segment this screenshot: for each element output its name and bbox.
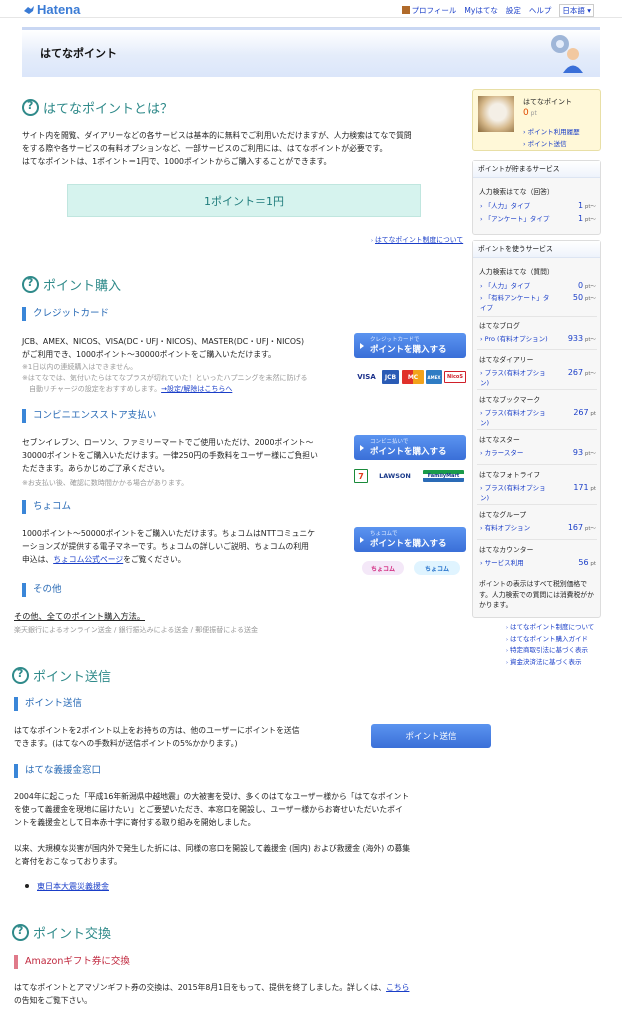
page: Hatena プロフィール Myはてな 設定 ヘルプ 日本語 ▾ はてなポイント… [0,0,622,1024]
credit-notes: ※1日以内の連続購入はできません。 ※はてなでは、気付いたらはてなプラスが切れてい… [22,363,308,393]
seven-eleven-logo: 7 [354,469,368,483]
chocom-official-link[interactable]: ちょコム公式ページ [53,555,123,564]
donation-text: 2004年に起こった「平成16年新潟県中越地震」の大被害を受け、多くのはてなユー… [14,792,410,827]
rate-box: 1ポイント＝1円 [67,184,421,217]
chocom-logo-2: ちょコム [414,561,460,575]
amazon-gift-title: Amazonギフト券に交換 [14,955,130,969]
send-sub-title: ポイント送信 [14,697,82,711]
use-group: はてなブックマーク [479,396,541,404]
earn-panel-title: ポイントが貯まるサービス [473,161,600,178]
question-icon [12,924,29,941]
point-send-link[interactable]: › ポイント送信 [523,138,567,148]
point-history-link[interactable]: › ポイント利用履歴 [523,126,580,136]
about-link[interactable]: › はてなポイント制度について [371,234,463,244]
use-group: はてなグループ [479,511,527,519]
other-methods-note: 楽天銀行によるオンライン送金 / 銀行振込みによる送金 / 郵便振替による送金 [14,626,258,634]
exchange-notice-link[interactable]: こちら [386,983,409,992]
nav-myhatena[interactable]: Myはてな [464,5,497,16]
donation-title: はてな義援金窓口 [14,764,101,778]
use-panel-title: ポイントを使うサービス [473,241,600,258]
purchase-title: ポイント購入 [22,275,121,294]
jcb-logo: JCB [382,370,399,384]
avatar[interactable] [478,96,514,132]
visa-logo: VISA [354,371,379,383]
sidebar-link-guide[interactable]: › はてなポイント購入ガイド [506,634,594,646]
sidebar-link-payment[interactable]: › 資金決済法に基づく表示 [506,657,594,669]
top-bar: Hatena プロフィール Myはてな 設定 ヘルプ 日本語 ▾ [0,0,622,18]
auto-recharge-link[interactable]: →設定/解除はこちらへ [161,385,232,393]
use-group: はてなブログ [479,322,520,330]
conveni-buy-button[interactable]: コンビニ払いで ポイントを購入する [354,435,466,460]
credit-text: JCB、AMEX、NICOS、VISA(DC・UFJ・NICOS)、MASTER… [22,337,305,359]
send-points-button[interactable]: ポイント送信 [371,724,491,748]
donation-text-2: 以来、大規模な災害が国内外で発生した折には、同様の窓口を開設して義援金 (国内)… [14,844,411,866]
chocom-logo-1: ちょコム [362,561,404,575]
send-title: ポイント送信 [12,666,111,685]
other-methods-link[interactable]: その他、全てのポイント購入方法。 [14,610,145,623]
user-name: はてなポイント [523,98,572,106]
question-icon [22,99,39,116]
nicos-logo: NicoS [444,371,466,383]
earn-panel: ポイントが貯まるサービス 人力検索はてな（回答） › 「人力」タイプ 1 pt〜 … [472,160,601,235]
logo-text: Hatena [37,2,81,17]
credit-buy-button[interactable]: クレジットカードで ポイントを購入する [354,333,466,358]
about-title: はてなポイントとは？ [22,98,173,117]
use-footnote: ポイントの表示はすべて税別価格です。人力検索での質問には消費税がかかります。 [479,580,594,609]
familymart-logo: FamilyMart [423,470,464,482]
question-icon [22,276,39,293]
conveni-note: ※お支払い後、確認に数時間かかる場合があります。 [22,479,189,487]
earn-row[interactable]: › 「アンケート」タイプ 1 pt〜 [480,214,596,234]
sidebar-links: › はてなポイント制度について › はてなポイント購入ガイド › 特定商取引法に基づく… [506,622,594,668]
chocom-text: 1000ポイント〜50000ポイントをご購入いただけます。ちょコムはNTTコミュ… [22,529,315,564]
use-group: はてなカウンター [479,546,534,554]
sidebar-link-commerce[interactable]: › 特定商取引法に基づく表示 [506,645,594,657]
hatena-logo[interactable]: Hatena [23,2,80,17]
use-group: はてなダイアリー [479,356,534,364]
other-title: その他 [22,583,62,597]
gear-user-icon [551,35,583,73]
conveni-title: コンビニエンスストア支払い [22,409,156,423]
earn-group: 人力検索はてな（回答） [479,188,554,196]
question-icon [12,667,29,684]
lawson-logo: LAWSON [372,471,418,481]
nav-help[interactable]: ヘルプ [529,5,552,16]
use-group: 人力検索はてな（質問） [479,268,554,276]
conveni-text: セブンイレブン、ローソン、ファミリーマートでご使用いただけ、2000ポイント〜 3… [22,438,318,473]
user-points-box: はてなポイント 0 pt › ポイント利用履歴 › ポイント送信 [472,89,601,151]
page-title: はてなポイント [40,47,117,60]
page-header: はてなポイント [22,27,600,77]
top-nav: プロフィール Myはてな 設定 ヘルプ 日本語 ▾ [401,4,594,17]
mastercard-logo: MC [402,370,424,384]
profile-icon [401,6,410,14]
use-panel: ポイントを使うサービス 人力検索はてな（質問） › 「人力」タイプ 0 pt〜 ›… [472,240,601,618]
nav-settings[interactable]: 設定 [506,5,521,16]
nav-profile[interactable]: プロフィール [401,5,456,16]
send-text: はてなポイントを2ポイント以上をお持ちの方は、他のユーザーにポイントを送信 できま… [14,726,300,748]
use-group: はてなフォトライフ [479,471,541,479]
chocom-title: ちょコム [22,500,71,514]
hatena-bird-icon [24,6,34,14]
about-text: サイト内を閲覧、ダイアリーなどの各サービスは基本的に無料でご利用いただけますが、… [22,131,412,166]
use-group: はてなスター [479,436,520,444]
credit-title: クレジットカード [22,307,109,321]
chocom-buy-button[interactable]: ちょコムで ポイントを購入する [354,527,466,552]
user-points: 0 pt [523,108,537,118]
sidebar-link-system[interactable]: › はてなポイント制度について [506,622,594,634]
earn-row[interactable]: › 「人力」タイプ 1 pt〜 [480,201,596,213]
donation-item[interactable]: 東日本大震災義援金 [25,881,109,892]
amex-logo: AMEX [426,370,442,384]
exchange-text: はてなポイントとアマゾンギフト券の交換は、2015年8月1日をもって、提供を終了… [14,983,410,1005]
exchange-title: ポイント交換 [12,923,111,942]
language-select[interactable]: 日本語 ▾ [559,4,594,17]
